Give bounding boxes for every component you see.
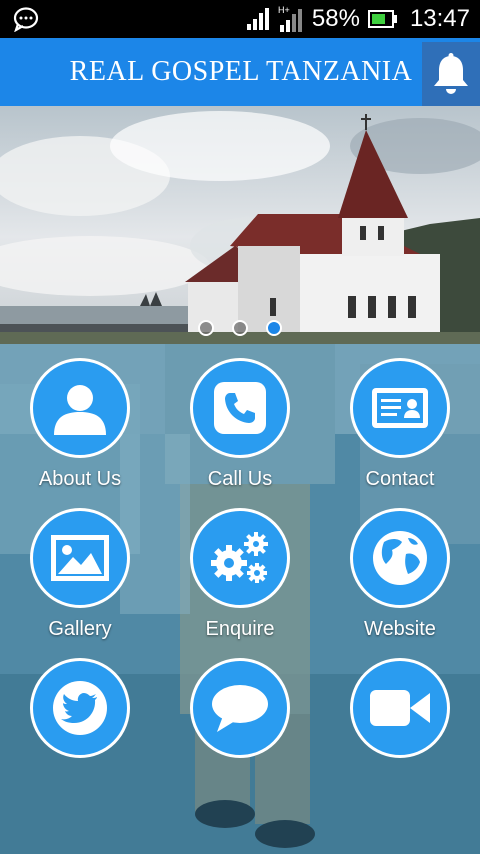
enquire-button[interactable] [190, 508, 290, 608]
contact-tile[interactable]: Contact [320, 344, 480, 494]
church-photo [0, 106, 480, 344]
tile-label: Gallery [48, 618, 112, 640]
menu-grid: About Us Call Us Contact Gallery Enquire… [0, 344, 480, 854]
battery-icon [367, 10, 397, 28]
twitter-icon [53, 681, 107, 735]
about-us-tile[interactable]: About Us [0, 344, 160, 494]
app-header: REAL GOSPEL TANZANIA [0, 38, 480, 106]
tile-label: Contact [365, 468, 435, 490]
website-button[interactable] [350, 508, 450, 608]
twitter-button[interactable] [30, 658, 130, 758]
chat-bubble-icon [212, 685, 268, 732]
gears-icon [211, 532, 268, 583]
slider-dot-1[interactable] [198, 320, 214, 336]
gallery-button[interactable] [30, 508, 130, 608]
slider-indicator [0, 320, 480, 336]
message-icon [13, 7, 39, 32]
contact-button[interactable] [350, 358, 450, 458]
globe-icon [373, 531, 427, 585]
phone-icon [214, 382, 266, 434]
slider-dot-2[interactable] [232, 320, 248, 336]
tile-label: Call Us [207, 468, 273, 490]
chat-tile[interactable] [160, 644, 320, 794]
video-tile[interactable] [320, 644, 480, 794]
enquire-tile[interactable]: Enquire [160, 494, 320, 644]
person-icon [54, 385, 106, 435]
gallery-tile[interactable]: Gallery [0, 494, 160, 644]
status-bar: H+ 58% 13:47 [0, 0, 480, 38]
page-title: REAL GOSPEL TANZANIA [69, 56, 413, 87]
network-type-label: H+ [278, 5, 290, 15]
clock: 13:47 [409, 5, 470, 32]
battery-percent: 58% [311, 5, 360, 32]
slider-dot-3[interactable] [266, 320, 282, 336]
notifications-button[interactable] [422, 42, 480, 106]
image-icon [51, 535, 109, 581]
about-us-button[interactable] [30, 358, 130, 458]
contact-card-icon [372, 388, 428, 428]
video-camera-icon [370, 690, 430, 726]
tile-label: Website [364, 618, 436, 640]
bell-icon [434, 53, 468, 94]
tile-label: About Us [38, 468, 122, 490]
twitter-tile[interactable] [0, 644, 160, 794]
tile-label: Enquire [205, 618, 275, 640]
signal-icon [246, 8, 269, 30]
image-slider[interactable] [0, 106, 480, 344]
video-button[interactable] [350, 658, 450, 758]
call-us-tile[interactable]: Call Us [160, 344, 320, 494]
call-us-button[interactable] [190, 358, 290, 458]
chat-button[interactable] [190, 658, 290, 758]
signal-icon: H+ [278, 5, 302, 32]
website-tile[interactable]: Website [320, 494, 480, 644]
menu-grid-area: About Us Call Us Contact Gallery Enquire… [0, 344, 480, 854]
